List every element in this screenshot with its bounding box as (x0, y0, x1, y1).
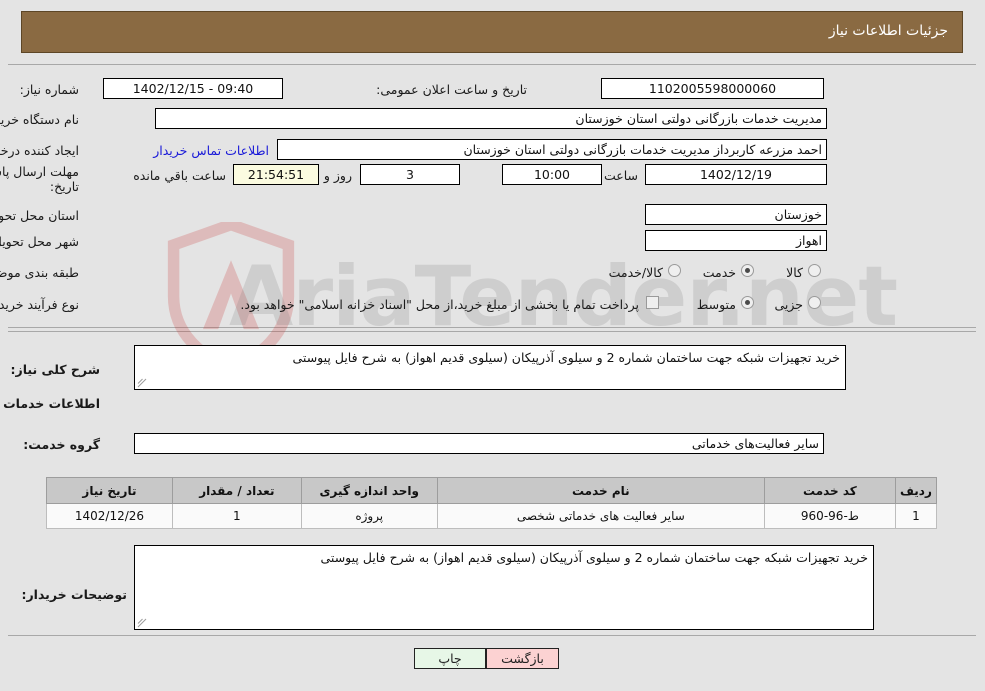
cell-unit: پروژه (301, 503, 439, 529)
th-row: ردیف (895, 477, 939, 504)
th-service-code: کد خدمت (764, 477, 897, 504)
page-title: جزئیات اطلاعات نیاز (829, 23, 949, 39)
city-value: اهواز (646, 230, 828, 251)
services-table: ردیف کد خدمت نام خدمت واحد اندازه گیری ت… (47, 477, 939, 529)
cell-row: 1 (895, 503, 939, 529)
th-need-date: تاریخ نیاز (47, 477, 174, 504)
buyer-notes-label: توضیحات خریدار: (22, 587, 128, 602)
treasury-bond-checkbox[interactable] (647, 296, 660, 309)
summary-value: خرید تجهیزات شبکه جهت ساختمان شماره 2 و … (293, 350, 841, 365)
remaining-days-value: 3 (361, 164, 461, 185)
remaining-days-label: روز و (324, 168, 353, 183)
deadline-date-value: 1402/12/19 (646, 164, 828, 185)
summary-textarea[interactable]: خرید تجهیزات شبکه جهت ساختمان شماره 2 و … (135, 345, 847, 390)
category-label: طبقه بندی موضوعی: (0, 265, 80, 280)
th-quantity: تعداد / مقدار (172, 477, 303, 504)
radio-process-motevaset-label: متوسط (697, 297, 737, 312)
service-group-value: سایر فعالیت‌های خدماتی (135, 433, 825, 454)
radio-process-motevaset[interactable] (742, 296, 755, 309)
back-button[interactable]: بازگشت (487, 648, 560, 669)
table-row: 1 ط-96-960 سایر فعالیت های خدماتی شخصی پ… (47, 503, 939, 529)
th-service-name: نام خدمت (437, 477, 766, 504)
creator-label: ایجاد کننده درخواست: (0, 143, 80, 158)
radio-process-jozi-label: جزیی (775, 297, 804, 312)
buyer-org-value: مدیریت خدمات بازرگانی دولتی استان خوزستا… (156, 108, 828, 129)
buyer-org-label: نام دستگاه خریدار: (0, 112, 80, 127)
summary-label: شرح کلی نیاز: (11, 362, 101, 377)
radio-category-kala[interactable] (809, 264, 822, 277)
print-button[interactable]: چاپ (415, 648, 487, 669)
radio-category-kala-khedmat-label: کالا/خدمت (609, 265, 664, 280)
cell-service-code: ط-96-960 (764, 503, 897, 529)
table-header-row: ردیف کد خدمت نام خدمت واحد اندازه گیری ت… (47, 477, 939, 504)
need-info-panel (9, 64, 977, 328)
deadline-time-label: ساعت (604, 168, 639, 183)
province-label: استان محل تحویل: (0, 208, 80, 223)
page-root: جزئیات اطلاعات نیاز AriaTender.net شماره… (0, 0, 985, 691)
deadline-time-value: 10:00 (503, 164, 603, 185)
resize-grip-icon[interactable] (138, 378, 148, 388)
need-number-label: شماره نیاز: (20, 82, 80, 97)
buyer-notes-textarea[interactable]: خرید تجهیزات شبکه جهت ساختمان شماره 2 و … (135, 545, 875, 630)
deadline-label: مهلت ارسال پاسخ: تا تاریخ: (0, 164, 80, 194)
city-label: شهر محل تحویل: (0, 234, 80, 249)
buyer-notes-value: خرید تجهیزات شبکه جهت ساختمان شماره 2 و … (321, 550, 869, 565)
radio-category-khedmat-label: خدمت (703, 265, 737, 280)
buyer-contact-link[interactable]: اطلاعات تماس خریدار (154, 143, 270, 158)
resize-grip-icon[interactable] (138, 618, 148, 628)
cell-service-name: سایر فعالیت های خدماتی شخصی (437, 503, 766, 529)
services-heading: اطلاعات خدمات مورد نیاز (0, 396, 101, 411)
remaining-timer-value: 21:54:51 (234, 164, 320, 185)
treasury-bond-text: پرداخت تمام یا بخشی از مبلغ خرید،از محل … (241, 297, 640, 312)
service-group-label: گروه خدمت: (24, 437, 101, 452)
page-header-bar: جزئیات اطلاعات نیاز (22, 11, 964, 53)
creator-value: احمد مزرعه کاربرداز مدیریت خدمات بازرگان… (278, 139, 828, 160)
need-number-value: 1102005598000060 (602, 78, 825, 99)
province-value: خوزستان (646, 204, 828, 225)
cell-need-date: 1402/12/26 (47, 503, 174, 529)
public-announce-label: تاریخ و ساعت اعلان عمومی: (377, 82, 528, 97)
th-unit: واحد اندازه گیری (301, 477, 439, 504)
radio-category-khedmat[interactable] (742, 264, 755, 277)
process-label: نوع فرآیند خرید : (0, 297, 80, 312)
remaining-timer-label: ساعت باقي مانده (134, 168, 227, 183)
radio-process-jozi[interactable] (809, 296, 822, 309)
cell-quantity: 1 (172, 503, 303, 529)
public-announce-value: 09:40 - 1402/12/15 (104, 78, 284, 99)
radio-category-kala-khedmat[interactable] (669, 264, 682, 277)
radio-category-kala-label: کالا (787, 265, 804, 280)
